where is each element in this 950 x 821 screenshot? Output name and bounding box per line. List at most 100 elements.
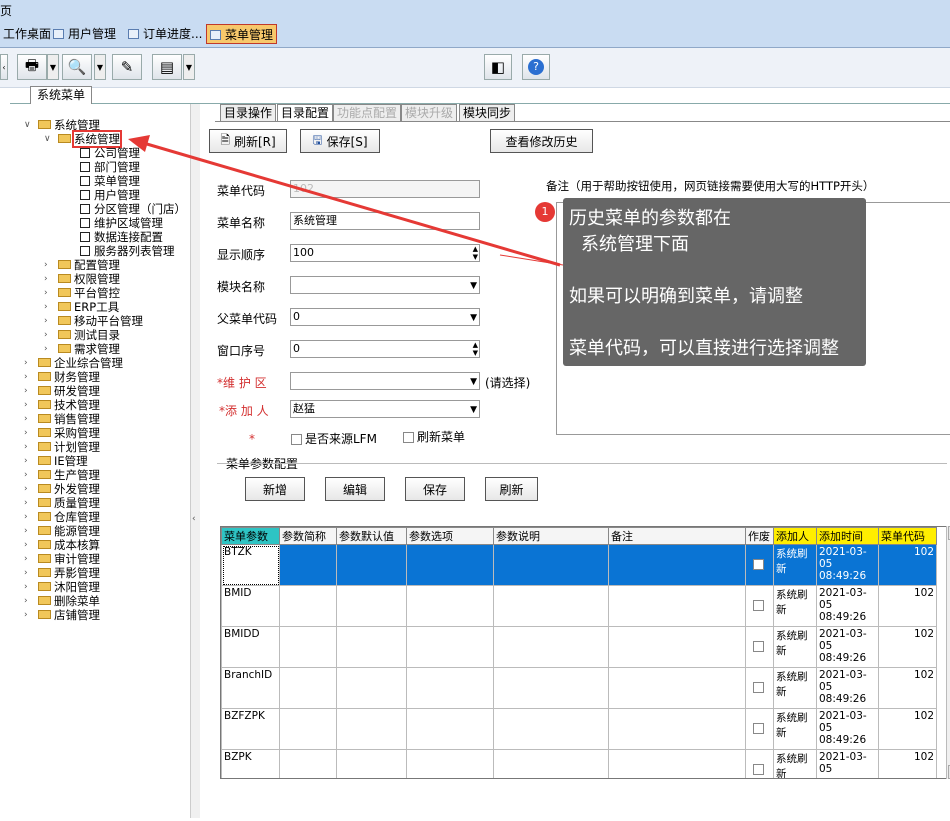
chevron-right-icon[interactable]: › (24, 412, 34, 426)
cell-options[interactable] (406, 626, 494, 668)
parent-code-select[interactable]: 0 ▼ (290, 308, 480, 326)
cell-added-time[interactable]: 2021-03-05 08:49:26 (816, 585, 879, 627)
refresh-param-button[interactable]: 刷新 (485, 477, 538, 501)
cell-menu-code[interactable]: 102 (878, 626, 937, 668)
tree-item[interactable]: › 弄影管理 (0, 566, 195, 580)
cell-added-time[interactable]: 2021-03-05 08:49:26 (816, 626, 879, 668)
cell-added-by[interactable]: 系统刷新 (773, 544, 817, 586)
tab-module-upgrade[interactable]: 模块升级 (401, 104, 458, 121)
cell-param[interactable]: BMID (221, 585, 280, 627)
tree-item[interactable]: ∨ 系统管理 (0, 118, 195, 132)
chevron-right-icon[interactable]: › (24, 356, 34, 370)
cell-note[interactable] (608, 667, 746, 709)
cell-default[interactable] (336, 626, 407, 668)
table-row[interactable]: BMIDD 系统刷新 2021-03-05 08:49:26 102 (221, 626, 937, 668)
tree-item[interactable]: › 外发管理 (0, 482, 195, 496)
column-header[interactable]: 参数简称 (279, 527, 337, 545)
cell-abbr[interactable] (279, 667, 337, 709)
cell-note[interactable] (608, 544, 746, 586)
checkbox-icon[interactable] (752, 723, 764, 734)
cell-added-time[interactable]: 2021-03-05 08:49:26 (816, 544, 879, 586)
cell-note[interactable] (608, 626, 746, 668)
spin-arrows-icon[interactable]: ▲ ▼ (473, 341, 478, 357)
column-header[interactable]: 菜单参数 (221, 527, 280, 545)
print-dropdown[interactable]: ▼ (47, 54, 59, 80)
cell-desc[interactable] (493, 544, 609, 586)
collapse-icon[interactable]: ‹ (0, 54, 8, 80)
cell-default[interactable] (336, 667, 407, 709)
cell-added-time[interactable]: 2021-03-05 08:49:26 (816, 708, 879, 750)
checkbox-icon[interactable] (752, 764, 764, 775)
tree-item[interactable]: 公司管理 (0, 146, 195, 160)
tree-item[interactable]: 部门管理 (0, 160, 195, 174)
cell-abbr[interactable] (279, 544, 337, 586)
chevron-right-icon[interactable]: › (24, 482, 34, 496)
menu-code-field[interactable]: 102 (290, 180, 480, 198)
cell-menu-code[interactable]: 102 (878, 667, 937, 709)
chevron-right-icon[interactable]: › (24, 468, 34, 482)
splitter[interactable]: ‹ (190, 104, 200, 818)
tree-item[interactable]: 菜单管理 (0, 174, 195, 188)
chevron-right-icon[interactable]: › (24, 370, 34, 384)
cell-param[interactable]: BranchID (221, 667, 280, 709)
chevron-right-icon[interactable]: › (24, 454, 34, 468)
tree-item[interactable]: ∨ 系统管理 (0, 130, 195, 148)
cell-default[interactable] (336, 749, 407, 778)
cell-default[interactable] (336, 585, 407, 627)
tab-user-management[interactable]: 用户管理 (50, 24, 119, 44)
cell-param[interactable]: BZFZPK (221, 708, 280, 750)
column-header[interactable]: 备注 (608, 527, 746, 545)
tab-workdesk[interactable]: 工作桌面 (0, 24, 54, 44)
grid-scrollbar[interactable]: ▲ ▼ (946, 526, 950, 779)
chevron-right-icon[interactable]: › (44, 314, 54, 328)
cell-menu-code[interactable]: 102 (878, 749, 937, 778)
chevron-right-icon[interactable]: › (44, 272, 54, 286)
chevron-right-icon[interactable]: › (24, 566, 34, 580)
column-header[interactable]: 添加时间 (816, 527, 879, 545)
cell-void[interactable] (745, 708, 774, 750)
exit-button[interactable]: ◧ (484, 54, 512, 80)
menu-name-field[interactable]: 系统管理 (290, 212, 480, 230)
added-by-select[interactable]: 赵猛 ▼ (290, 400, 480, 418)
tree-item[interactable]: › 审计管理 (0, 552, 195, 566)
chevron-right-icon[interactable]: › (24, 594, 34, 608)
tree-item[interactable]: › 需求管理 (0, 342, 195, 356)
tree-item[interactable]: › 删除菜单 (0, 594, 195, 608)
column-header[interactable]: 参数默认值 (336, 527, 407, 545)
table-row[interactable]: BranchID 系统刷新 2021-03-05 08:49:26 102 (221, 667, 937, 709)
help-button[interactable]: ? (522, 54, 550, 80)
chevron-right-icon[interactable]: › (24, 524, 34, 538)
tree-item[interactable]: › 计划管理 (0, 440, 195, 454)
cell-desc[interactable] (493, 585, 609, 627)
tab-module-sync[interactable]: 模块同步 (459, 104, 516, 121)
tab-order-progress[interactable]: 订单进度... (125, 24, 205, 44)
chevron-right-icon[interactable]: › (44, 286, 54, 300)
tree-item[interactable]: › ERP工具 (0, 300, 195, 314)
print-button[interactable]: 🖶 (17, 54, 47, 80)
cell-abbr[interactable] (279, 585, 337, 627)
tree-item[interactable]: › 企业综合管理 (0, 356, 195, 370)
tree-item[interactable]: 维护区域管理 (0, 216, 195, 230)
cell-void[interactable] (745, 626, 774, 668)
tab-directory-ops[interactable]: 目录操作 (220, 104, 277, 121)
cell-menu-code[interactable]: 102 (878, 585, 937, 627)
chevron-right-icon[interactable]: › (44, 342, 54, 356)
checkbox-icon[interactable] (752, 559, 764, 570)
export-button[interactable]: ▤ (152, 54, 182, 80)
tree-item[interactable]: › 沐阳管理 (0, 580, 195, 594)
cell-desc[interactable] (493, 667, 609, 709)
refresh-menu-checkbox[interactable]: 刷新菜单 (403, 428, 465, 445)
table-row[interactable]: BTZK 系统刷新 2021-03-05 08:49:26 102 (221, 544, 937, 586)
from-lfm-checkbox[interactable]: 是否来源LFM (291, 430, 377, 447)
tab-function-config[interactable]: 功能点配置 (333, 104, 402, 121)
column-header[interactable]: 菜单代码 (878, 527, 937, 545)
cell-added-by[interactable]: 系统刷新 (773, 749, 817, 778)
cell-added-by[interactable]: 系统刷新 (773, 667, 817, 709)
cell-void[interactable] (745, 667, 774, 709)
tree-item[interactable]: 服务器列表管理 (0, 244, 195, 258)
cell-void[interactable] (745, 544, 774, 586)
cell-note[interactable] (608, 585, 746, 627)
preview-dropdown[interactable]: ▼ (94, 54, 106, 80)
chevron-right-icon[interactable]: › (44, 258, 54, 272)
tree-item[interactable]: 用户管理 (0, 188, 195, 202)
